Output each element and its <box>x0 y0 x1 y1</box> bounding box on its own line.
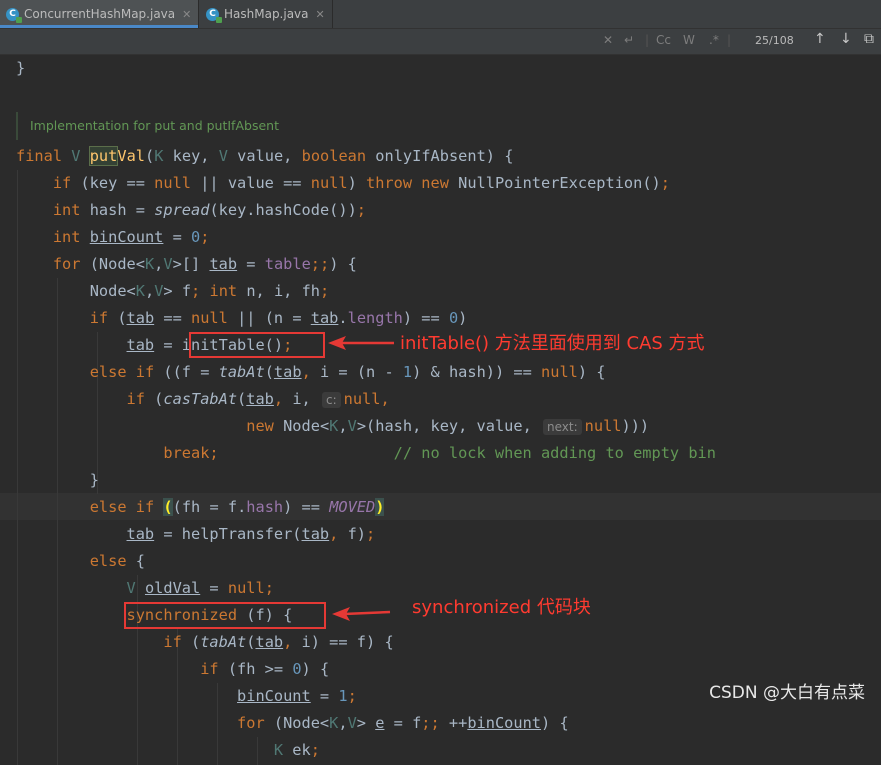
tab-label: ConcurrentHashMap.java <box>24 7 176 21</box>
code-line: if (casTabAt(tab, i, c: null, <box>126 390 390 408</box>
code-line: break; // no lock when adding to empty b… <box>163 444 716 462</box>
watermark: CSDN @大白有点菜 <box>709 683 865 703</box>
java-class-icon: C <box>6 7 22 23</box>
code-line: tab = helpTransfer(tab, f); <box>126 525 376 543</box>
synchronized-highlight-box <box>124 602 326 629</box>
tab-label: HashMap.java <box>224 7 309 21</box>
close-icon[interactable]: ✕ <box>316 8 325 21</box>
parameter-hint: c: <box>321 392 341 408</box>
whole-words-toggle[interactable]: W <box>683 33 695 47</box>
tab-hashmap[interactable]: C HashMap.java ✕ <box>200 0 333 28</box>
code-line: for (Node<K,V>[] tab = table;;) { <box>52 255 357 273</box>
code-line: else if ((fh = f.hash) == MOVED) <box>89 498 385 516</box>
match-case-toggle[interactable]: Cc <box>656 33 671 47</box>
arrow-icon <box>332 607 391 621</box>
code-line: if (tabAt(tab, i) == f) { <box>163 633 394 651</box>
next-occurrence-icon[interactable]: ↓ <box>840 31 852 47</box>
matched-paren: ) <box>375 498 385 516</box>
code-line: if (fh >= 0) { <box>200 660 330 678</box>
inittable-highlight-box <box>189 332 325 358</box>
regex-toggle[interactable]: .* <box>709 33 719 47</box>
code-line: if (tab == null || (n = tab.length) == 0… <box>89 309 468 327</box>
editor-tab-bar: C ConcurrentHashMap.java ✕ C HashMap.jav… <box>0 0 881 29</box>
replace-toggle-icon[interactable]: ↵ <box>624 33 634 47</box>
code-line: V oldVal = null; <box>126 579 274 597</box>
find-toolbar: ✕ ↵ | Cc W .* | 25/108 ↑ ↓ ⧉ <box>0 29 881 55</box>
tab-concurrenthashmap[interactable]: C ConcurrentHashMap.java ✕ <box>0 0 199 28</box>
code-line: int binCount = 0; <box>52 228 210 246</box>
code-line: else { <box>89 552 145 570</box>
code-line: final V putVal(K key, V value, boolean o… <box>16 146 514 166</box>
inittable-annotation: initTable() 方法里面使用到 CAS 方式 <box>400 333 705 354</box>
code-line: if (key == null || value == null) throw … <box>52 174 670 192</box>
doc-comment: Implementation for put and putIfAbsent <box>16 112 279 140</box>
clear-search-icon[interactable]: ✕ <box>603 33 613 47</box>
code-line: Node<K,V> f; int n, i, fh; <box>89 282 330 300</box>
divider: | <box>727 33 732 47</box>
method-name: put <box>88 146 119 166</box>
code-line: K ek; <box>273 741 320 759</box>
code-line: for (Node<K,V> e = f;; ++binCount) { <box>237 714 569 732</box>
open-in-window-icon[interactable]: ⧉ <box>864 31 874 47</box>
divider: | <box>645 33 650 47</box>
arrow-icon <box>328 336 394 350</box>
parameter-hint: next: <box>543 419 582 435</box>
matched-paren: ( <box>163 498 173 516</box>
java-class-icon: C <box>206 7 222 23</box>
code-line: else if ((f = tabAt(tab, i = (n - 1) & h… <box>89 363 606 381</box>
synchronized-annotation: synchronized 代码块 <box>412 597 591 618</box>
close-icon[interactable]: ✕ <box>182 8 191 21</box>
code-line: } <box>89 471 99 489</box>
code-line: binCount = 1; <box>237 687 357 705</box>
code-line: new Node<K,V>(hash, key, value, next: nul… <box>246 417 650 435</box>
previous-occurrence-icon[interactable]: ↑ <box>814 31 826 47</box>
code-line: } <box>16 59 26 77</box>
code-line: int hash = spread(key.hashCode()); <box>52 201 367 219</box>
match-count: 25/108 <box>755 34 794 47</box>
